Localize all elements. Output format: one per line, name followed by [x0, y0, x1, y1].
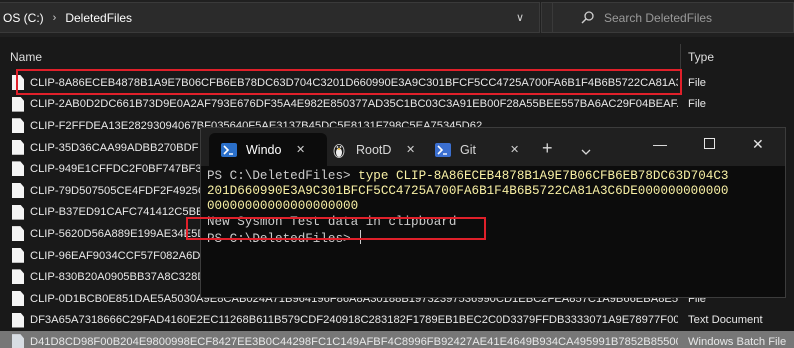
- tab-git[interactable]: Git ✕: [423, 133, 527, 166]
- minimize-button[interactable]: —: [653, 136, 667, 152]
- file-type: Windows Batch File: [688, 335, 787, 348]
- close-icon[interactable]: ✕: [510, 143, 519, 156]
- batch-file-icon: [12, 334, 24, 348]
- git-icon: [435, 142, 451, 158]
- file-icon: [12, 226, 24, 242]
- file-row[interactable]: CLIP-2AB0D2DC661B73D9E0A2AF793E676DF35A4…: [0, 94, 794, 116]
- column-name-header[interactable]: Name: [10, 50, 42, 64]
- file-icon: [12, 269, 24, 285]
- column-divider[interactable]: [680, 44, 681, 70]
- file-type: File: [688, 76, 707, 89]
- close-icon[interactable]: ✕: [296, 143, 305, 156]
- search-placeholder: Search DeletedFiles: [604, 10, 713, 25]
- highlight-box-output: [186, 217, 486, 240]
- file-icon: [12, 96, 24, 112]
- file-type: File: [688, 98, 707, 111]
- tab-label: Windo: [246, 142, 282, 157]
- file-icon: [12, 204, 24, 220]
- chevron-right-icon[interactable]: ›: [53, 12, 57, 24]
- linux-penguin-icon: [331, 142, 347, 158]
- search-icon: [581, 11, 594, 24]
- file-icon: [12, 118, 24, 134]
- address-bar[interactable]: OS (C:) › DeletedFiles: [0, 2, 540, 33]
- file-row[interactable]: DF3A65A7318666C29FAD4160E2EC11268B611B57…: [0, 310, 794, 332]
- close-button[interactable]: ✕: [752, 136, 764, 153]
- file-name: DF3A65A7318666C29FAD4160E2EC11268B611B57…: [30, 314, 678, 327]
- tab-label: Git: [460, 142, 476, 157]
- file-icon: [12, 182, 24, 198]
- breadcrumb-drive[interactable]: OS (C:): [3, 11, 44, 25]
- column-header: Name Type: [0, 44, 794, 70]
- maximize-button[interactable]: [704, 136, 715, 152]
- file-icon: [12, 161, 24, 177]
- tab-label: RootD: [356, 142, 392, 157]
- file-row[interactable]: D41D8CD98F00B204E9800998ECF8427EE3B0C442…: [0, 331, 794, 348]
- file-icon: [12, 290, 24, 306]
- chevron-down-icon[interactable]: [581, 142, 591, 160]
- file-name: CLIP-2AB0D2DC661B73D9E0A2AF793E676DF35A4…: [30, 98, 678, 111]
- file-name: D41D8CD98F00B204E9800998ECF8427EE3B0C442…: [30, 335, 678, 348]
- powershell-icon: [221, 142, 237, 158]
- close-icon[interactable]: ✕: [406, 143, 415, 156]
- file-icon: [12, 312, 24, 328]
- address-bar-row: OS (C:) › DeletedFiles ∨ Search DeletedF…: [0, 0, 794, 37]
- breadcrumb-folder[interactable]: DeletedFiles: [65, 11, 132, 25]
- file-icon: [12, 139, 24, 155]
- file-type: Text Document: [688, 314, 763, 327]
- search-input[interactable]: Search DeletedFiles: [552, 2, 794, 33]
- tab-windows-powershell[interactable]: Windo ✕: [209, 133, 327, 166]
- tab-root-linux[interactable]: RootD ✕: [319, 133, 423, 166]
- chevron-down-icon[interactable]: ∨: [500, 2, 540, 33]
- file-icon: [12, 247, 24, 263]
- terminal-window: Windo ✕ RootD ✕ Git ✕ + — ✕ PS C:\Delete…: [200, 127, 786, 298]
- prompt: PS C:\DeletedFiles>: [207, 169, 359, 183]
- terminal-tab-bar: Windo ✕ RootD ✕ Git ✕ + — ✕: [201, 128, 785, 166]
- column-type-header[interactable]: Type: [688, 50, 714, 64]
- new-tab-button[interactable]: +: [542, 138, 553, 159]
- highlight-box-file: [16, 69, 682, 95]
